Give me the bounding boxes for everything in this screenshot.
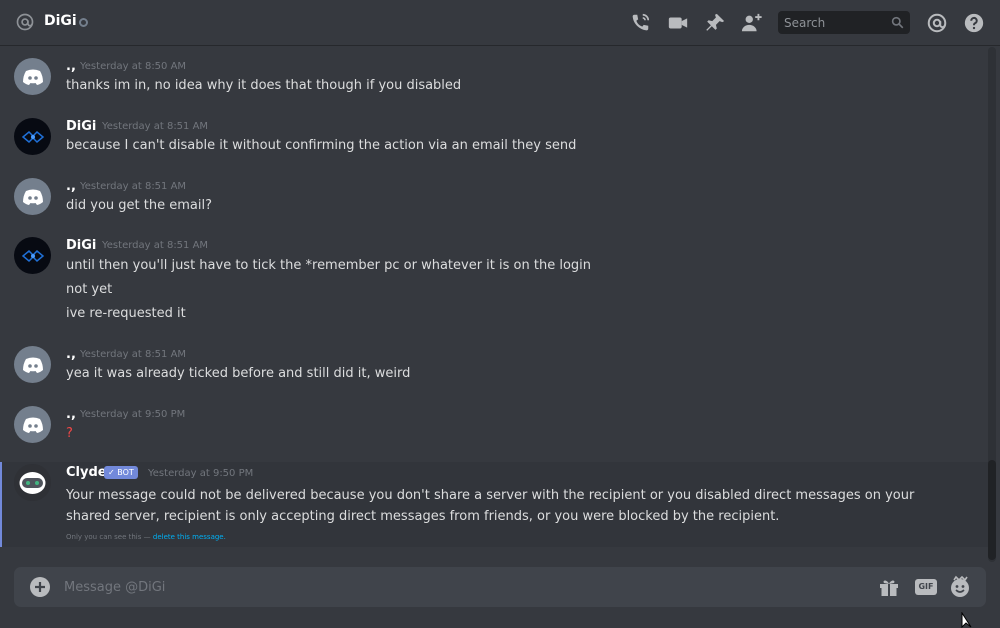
message-text: until then you'll just have to tick the … (66, 258, 591, 273)
avatar[interactable] (14, 178, 51, 215)
message-group: ., Yesterday at 9:50 PM ? (0, 403, 985, 461)
ephemeral-note: Only you can see this — (66, 533, 151, 541)
avatar[interactable] (14, 237, 51, 274)
clyde-bot-icon (14, 464, 51, 501)
message-group: DiGi Yesterday at 8:51 AM because I can'… (0, 115, 985, 175)
message-author[interactable]: ., (66, 407, 76, 422)
search-input[interactable] (778, 11, 888, 34)
avatar[interactable] (14, 406, 51, 443)
gift-icon[interactable] (877, 575, 901, 599)
message-timestamp: Yesterday at 8:51 AM (102, 240, 209, 251)
help-icon[interactable] (963, 12, 985, 34)
avatar[interactable] (14, 346, 51, 383)
add-attachment-button[interactable] (30, 577, 50, 597)
emoji-icon[interactable] (948, 575, 972, 599)
message-timestamp: Yesterday at 9:50 PM (148, 468, 254, 479)
message-text: not yet (66, 282, 113, 297)
message-group: DiGi Yesterday at 8:51 AM until then you… (0, 235, 985, 345)
clyde-author[interactable]: Clyde (66, 465, 107, 480)
at-icon (16, 13, 34, 31)
offline-status-icon (79, 18, 88, 27)
avatar[interactable] (14, 118, 51, 155)
digi-avatar-icon (21, 249, 44, 262)
message-text: ? (66, 426, 73, 441)
clyde-avatar[interactable] (14, 464, 51, 501)
discord-logo-icon (22, 357, 43, 373)
discord-logo-icon (22, 69, 43, 85)
discord-logo-icon (22, 189, 43, 205)
message-text: did you get the email? (66, 198, 212, 213)
message-input[interactable] (64, 567, 844, 607)
discord-logo-icon (22, 417, 43, 433)
message-text: thanks im in, no idea why it does that t… (66, 78, 462, 93)
message-author[interactable]: ., (66, 59, 76, 74)
message-author[interactable]: ., (66, 347, 76, 362)
mouse-cursor-icon (961, 612, 972, 628)
message-text: because I can't disable it without confi… (66, 138, 577, 153)
message-text: ive re-requested it (66, 306, 186, 321)
plus-icon (35, 582, 45, 592)
message-composer: GIF (14, 567, 986, 607)
digi-avatar-icon (21, 130, 44, 143)
message-author[interactable]: ., (66, 179, 76, 194)
message-timestamp: Yesterday at 8:51 AM (80, 181, 187, 192)
message-author[interactable]: DiGi (66, 238, 96, 253)
gif-button[interactable]: GIF (915, 579, 937, 595)
message-timestamp: Yesterday at 8:51 AM (80, 349, 187, 360)
scrollbar-thumb[interactable] (988, 460, 996, 560)
clyde-message-text: Your message could not be delivered beca… (66, 488, 915, 524)
ephemeral-notice: Only you can see this — delete this mess… (66, 533, 226, 541)
channel-header: DiGi (0, 0, 1000, 46)
delete-message-link[interactable]: delete this message. (153, 533, 226, 541)
mention-icon[interactable] (926, 12, 948, 34)
message-text: yea it was already ticked before and sti… (66, 366, 411, 381)
message-group: ., Yesterday at 8:51 AM did you get the … (0, 175, 985, 235)
search-icon[interactable] (891, 16, 904, 29)
call-icon[interactable] (629, 12, 651, 34)
channel-title: DiGi (44, 13, 77, 29)
message-timestamp: Yesterday at 8:50 AM (80, 61, 187, 72)
avatar[interactable] (14, 58, 51, 95)
bot-badge: ✓ BOT (104, 466, 138, 479)
video-icon[interactable] (667, 12, 689, 34)
add-friend-icon[interactable] (741, 12, 763, 34)
pin-icon[interactable] (704, 12, 726, 34)
message-timestamp: Yesterday at 9:50 PM (80, 409, 186, 420)
search-box[interactable] (778, 11, 910, 34)
message-timestamp: Yesterday at 8:51 AM (102, 121, 209, 132)
message-group: ., Yesterday at 8:50 AM thanks im in, no… (0, 55, 985, 115)
message-group: ., Yesterday at 8:51 AM yea it was alrea… (0, 343, 985, 403)
message-author[interactable]: DiGi (66, 119, 96, 134)
